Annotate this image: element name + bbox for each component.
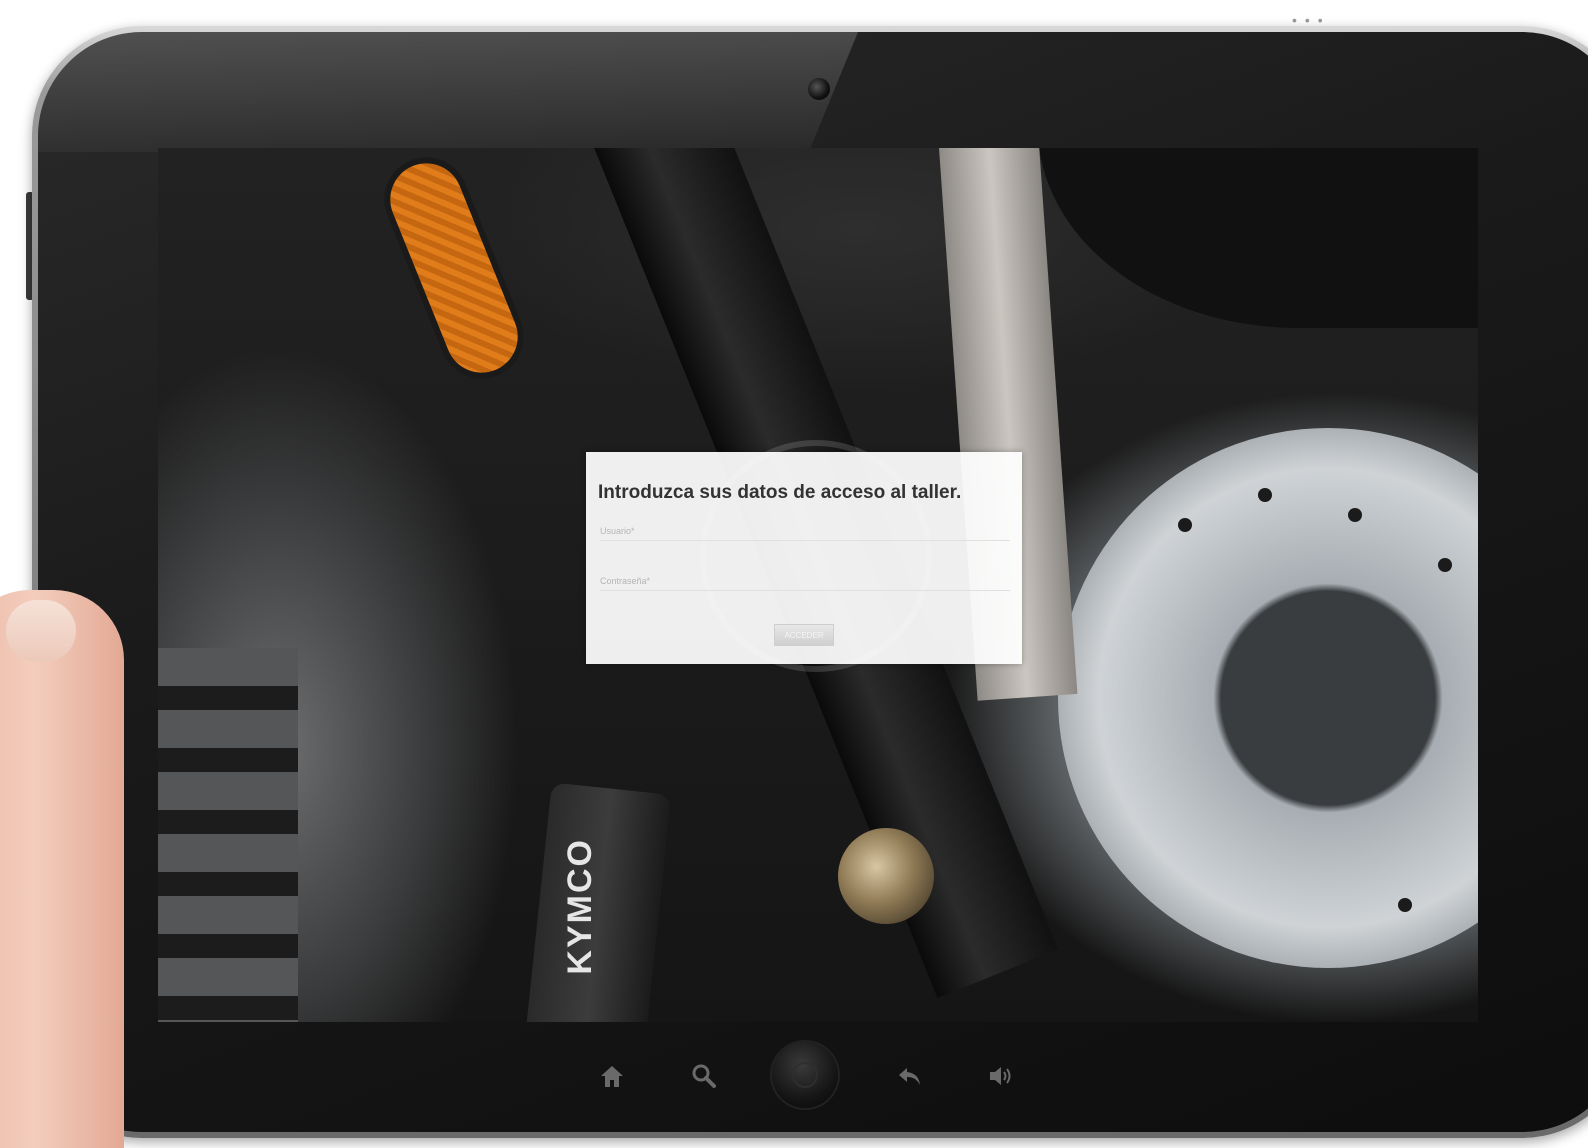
search-icon[interactable] bbox=[686, 1062, 722, 1095]
bezel-glare bbox=[38, 32, 858, 152]
holding-hand bbox=[0, 590, 124, 1148]
caliper-brand-label: KYMCO bbox=[561, 838, 599, 975]
disc-hole bbox=[1438, 558, 1452, 572]
password-input[interactable] bbox=[600, 572, 1010, 591]
disc-hole bbox=[1398, 898, 1412, 912]
home-icon[interactable] bbox=[594, 1062, 630, 1095]
front-camera bbox=[808, 78, 830, 100]
home-button-ring bbox=[792, 1062, 818, 1088]
disc-hole bbox=[1258, 488, 1272, 502]
username-input[interactable] bbox=[600, 522, 1010, 541]
thumb-nail bbox=[6, 600, 76, 662]
login-title: Introduzca sus datos de acceso al taller… bbox=[598, 482, 962, 503]
hardware-home-button[interactable] bbox=[772, 1042, 838, 1108]
home-icon-glyph bbox=[601, 1066, 623, 1087]
disc-hole bbox=[1348, 508, 1362, 522]
volume-icon[interactable] bbox=[982, 1062, 1018, 1095]
photo-radiator-grille bbox=[158, 648, 298, 1022]
search-icon-glyph bbox=[692, 1064, 716, 1088]
volume-icon-glyph bbox=[990, 1067, 1011, 1085]
back-icon[interactable] bbox=[892, 1062, 928, 1095]
back-icon-glyph bbox=[899, 1068, 920, 1085]
login-submit-button[interactable]: ACCEDER bbox=[774, 624, 834, 646]
tablet-nav-bar bbox=[0, 1040, 1588, 1120]
disc-hole bbox=[1178, 518, 1192, 532]
photo-axle-nut bbox=[838, 828, 934, 924]
stage: ••• KYMCO Introduzca sus datos de acceso… bbox=[0, 0, 1588, 1148]
login-panel: Introduzca sus datos de acceso al taller… bbox=[586, 452, 1022, 664]
